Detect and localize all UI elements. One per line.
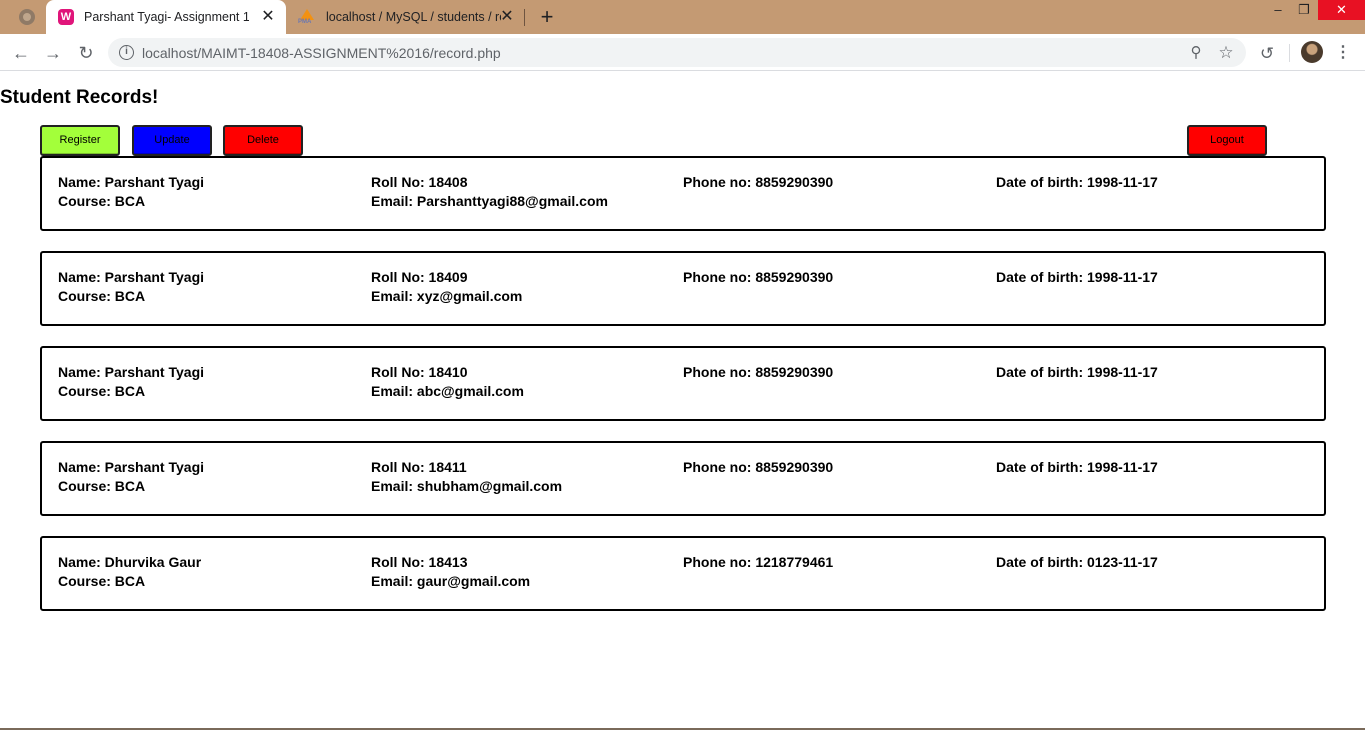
page-title: Student Records!	[0, 87, 159, 108]
student-name: Name: Parshant Tyagi	[58, 269, 205, 285]
student-dob: Date of birth: 1998-11-17	[996, 174, 1158, 190]
new-tab-button[interactable]: +	[536, 6, 558, 28]
student-phone: Phone no: 1218779461	[683, 554, 834, 570]
bookmark-star-icon[interactable]: ☆	[1216, 43, 1236, 63]
student-name: Name: Parshant Tyagi	[58, 459, 205, 475]
tab-separator	[524, 9, 525, 26]
phpmyadmin-icon: PMA	[298, 9, 316, 25]
student-course: Course: BCA	[58, 193, 146, 209]
profile-avatar[interactable]	[1301, 41, 1323, 63]
reload-icon[interactable]: ↻	[73, 40, 99, 66]
tab-title: Parshant Tyagi- Assignment 16	[84, 10, 249, 24]
window-close-button[interactable]: ✕	[1318, 0, 1365, 20]
url-text[interactable]: localhost/MAIMT-18408-ASSIGNMENT%2016/re…	[142, 45, 501, 61]
generic-site-icon	[19, 9, 35, 25]
student-dob: Date of birth: 1998-11-17	[996, 269, 1158, 285]
student-phone: Phone no: 8859290390	[683, 364, 834, 380]
student-email: Email: xyz@gmail.com	[371, 288, 523, 304]
student-name: Name: Parshant Tyagi	[58, 364, 205, 380]
address-bar[interactable]: i localhost/MAIMT-18408-ASSIGNMENT%2016/…	[108, 38, 1246, 67]
student-dob: Date of birth: 0123-11-17	[996, 554, 1158, 570]
close-tab-icon[interactable]: ✕	[499, 9, 515, 25]
student-record: Name: Parshant Tyagi Course: BCA Roll No…	[40, 441, 1326, 516]
student-course: Course: BCA	[58, 573, 146, 589]
back-arrow-icon[interactable]: ←	[8, 40, 34, 66]
student-roll: Roll No: 18411	[371, 459, 467, 475]
student-email: Email: shubham@gmail.com	[371, 478, 563, 494]
student-course: Course: BCA	[58, 383, 146, 399]
toolbar-separator	[1289, 44, 1290, 62]
kebab-menu-icon[interactable]: ⋮	[1334, 42, 1352, 64]
student-course: Course: BCA	[58, 288, 146, 304]
tab-generic[interactable]	[8, 0, 46, 34]
student-roll: Roll No: 18410	[371, 364, 468, 380]
student-phone: Phone no: 8859290390	[683, 459, 834, 475]
student-dob: Date of birth: 1998-11-17	[996, 364, 1158, 380]
student-record: Name: Parshant Tyagi Course: BCA Roll No…	[40, 251, 1326, 326]
forward-arrow-icon[interactable]: →	[40, 40, 66, 66]
info-icon[interactable]: i	[119, 45, 134, 60]
student-dob: Date of birth: 1998-11-17	[996, 459, 1158, 475]
student-roll: Roll No: 18413	[371, 554, 468, 570]
student-records-list: Name: Parshant Tyagi Course: BCA Roll No…	[40, 156, 1326, 631]
student-name: Name: Parshant Tyagi	[58, 174, 205, 190]
student-course: Course: BCA	[58, 478, 146, 494]
student-name: Name: Dhurvika Gaur	[58, 554, 202, 570]
student-record: Name: Dhurvika Gaur Course: BCA Roll No:…	[40, 536, 1326, 611]
history-icon[interactable]: ↺	[1256, 43, 1278, 65]
student-record: Name: Parshant Tyagi Course: BCA Roll No…	[40, 156, 1326, 231]
register-button[interactable]: Register	[40, 125, 120, 156]
logout-button[interactable]: Logout	[1187, 125, 1267, 156]
student-email: Email: Parshanttyagi88@gmail.com	[371, 193, 608, 209]
student-phone: Phone no: 8859290390	[683, 174, 834, 190]
update-button[interactable]: Update	[132, 125, 212, 156]
delete-button[interactable]: Delete	[223, 125, 303, 156]
zoom-icon[interactable]: ⚲	[1186, 43, 1206, 63]
tab-title: localhost / MySQL / students / re	[326, 10, 501, 24]
student-phone: Phone no: 8859290390	[683, 269, 834, 285]
student-roll: Roll No: 18409	[371, 269, 468, 285]
wamp-icon: W	[58, 9, 74, 25]
student-record: Name: Parshant Tyagi Course: BCA Roll No…	[40, 346, 1326, 421]
tab-phpmyadmin[interactable]: PMA localhost / MySQL / students / re ✕	[290, 0, 525, 34]
student-email: Email: gaur@gmail.com	[371, 573, 531, 589]
student-email: Email: abc@gmail.com	[371, 383, 524, 399]
student-roll: Roll No: 18408	[371, 174, 468, 190]
browser-tab-strip: W Parshant Tyagi- Assignment 16 ✕ PMA lo…	[0, 0, 1365, 34]
maximize-button[interactable]: ❐	[1289, 0, 1319, 20]
close-tab-icon[interactable]: ✕	[260, 9, 276, 25]
browser-toolbar: ← → ↻ i localhost/MAIMT-18408-ASSIGNMENT…	[0, 34, 1365, 71]
tab-assignment[interactable]: W Parshant Tyagi- Assignment 16 ✕	[46, 0, 286, 34]
